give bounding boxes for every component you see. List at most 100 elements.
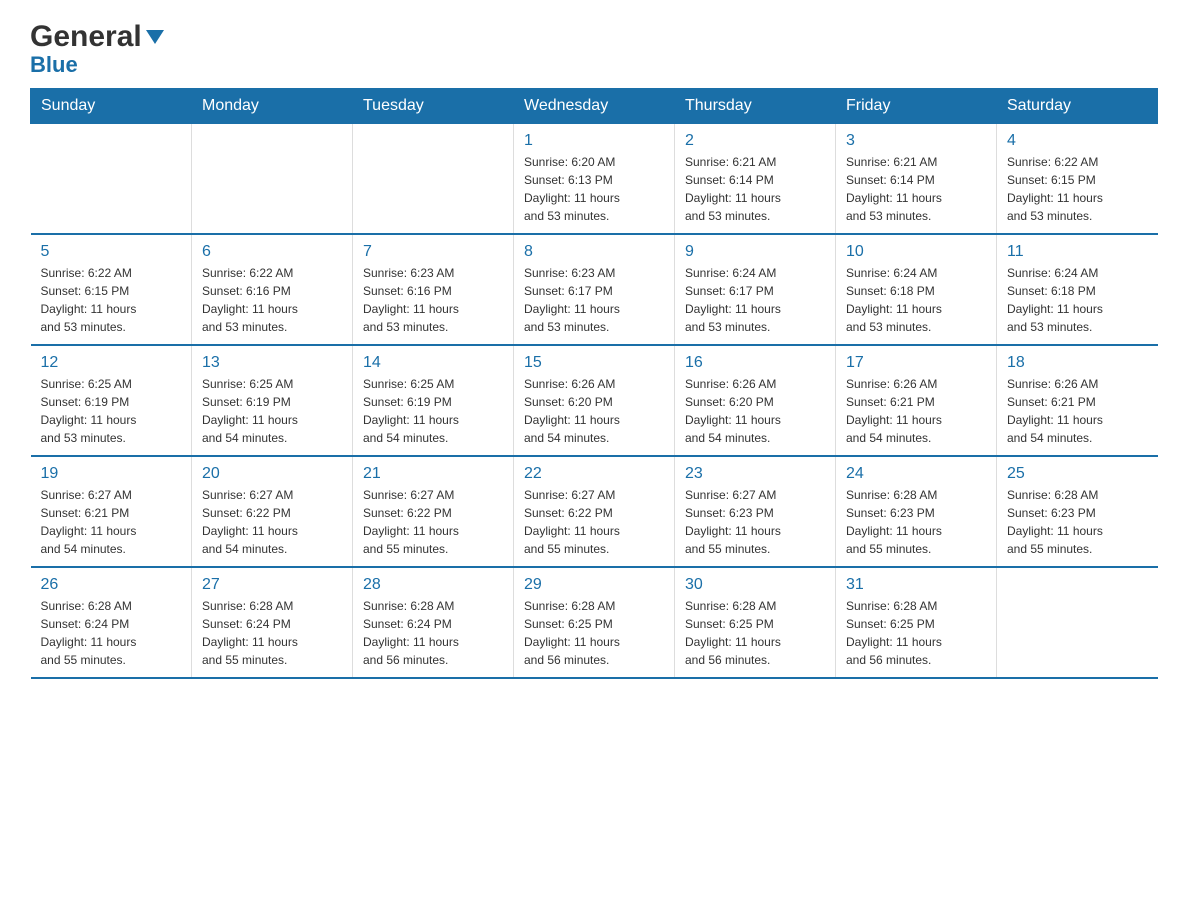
day-info: Sunrise: 6:27 AM Sunset: 6:22 PM Dayligh…: [363, 486, 503, 558]
day-number: 30: [685, 576, 825, 594]
calendar-header-row: SundayMondayTuesdayWednesdayThursdayFrid…: [31, 89, 1158, 124]
day-info: Sunrise: 6:22 AM Sunset: 6:15 PM Dayligh…: [1007, 153, 1148, 225]
calendar-cell: [997, 567, 1158, 678]
day-number: 12: [41, 354, 182, 372]
day-number: 27: [202, 576, 342, 594]
day-number: 19: [41, 465, 182, 483]
day-number: 20: [202, 465, 342, 483]
day-info: Sunrise: 6:28 AM Sunset: 6:25 PM Dayligh…: [846, 597, 986, 669]
day-number: 11: [1007, 243, 1148, 261]
day-number: 29: [524, 576, 664, 594]
calendar-cell: 13 Sunrise: 6:25 AM Sunset: 6:19 PM Dayli…: [192, 345, 353, 456]
day-info: Sunrise: 6:24 AM Sunset: 6:18 PM Dayligh…: [1007, 264, 1148, 336]
calendar-cell: 19 Sunrise: 6:27 AM Sunset: 6:21 PM Dayli…: [31, 456, 192, 567]
calendar-cell: 23 Sunrise: 6:27 AM Sunset: 6:23 PM Dayli…: [675, 456, 836, 567]
day-info: Sunrise: 6:28 AM Sunset: 6:25 PM Dayligh…: [685, 597, 825, 669]
day-header-monday: Monday: [192, 89, 353, 124]
calendar-cell: 31 Sunrise: 6:28 AM Sunset: 6:25 PM Dayli…: [836, 567, 997, 678]
day-info: Sunrise: 6:27 AM Sunset: 6:23 PM Dayligh…: [685, 486, 825, 558]
calendar-cell: [31, 124, 192, 235]
day-number: 28: [363, 576, 503, 594]
day-info: Sunrise: 6:26 AM Sunset: 6:21 PM Dayligh…: [1007, 375, 1148, 447]
calendar-cell: 10Sunrise: 6:24 AM Sunset: 6:18 PM Dayli…: [836, 234, 997, 345]
logo-general-text: General: [30, 20, 142, 54]
calendar-cell: 22 Sunrise: 6:27 AM Sunset: 6:22 PM Dayli…: [514, 456, 675, 567]
day-number: 3: [846, 132, 986, 150]
day-info: Sunrise: 6:26 AM Sunset: 6:21 PM Dayligh…: [846, 375, 986, 447]
calendar-cell: 7Sunrise: 6:23 AM Sunset: 6:16 PM Daylig…: [353, 234, 514, 345]
day-number: 6: [202, 243, 342, 261]
calendar-cell: 2 Sunrise: 6:21 AM Sunset: 6:14 PM Daylig…: [675, 124, 836, 235]
day-number: 9: [685, 243, 825, 261]
day-info: Sunrise: 6:28 AM Sunset: 6:23 PM Dayligh…: [1007, 486, 1148, 558]
day-number: 14: [363, 354, 503, 372]
logo: General Blue: [30, 20, 166, 78]
calendar-cell: 30 Sunrise: 6:28 AM Sunset: 6:25 PM Dayli…: [675, 567, 836, 678]
day-info: Sunrise: 6:26 AM Sunset: 6:20 PM Dayligh…: [524, 375, 664, 447]
day-info: Sunrise: 6:25 AM Sunset: 6:19 PM Dayligh…: [41, 375, 182, 447]
calendar-cell: 12 Sunrise: 6:25 AM Sunset: 6:19 PM Dayli…: [31, 345, 192, 456]
day-number: 2: [685, 132, 825, 150]
calendar-week-row: 12 Sunrise: 6:25 AM Sunset: 6:19 PM Dayli…: [31, 345, 1158, 456]
calendar-cell: 26 Sunrise: 6:28 AM Sunset: 6:24 PM Dayli…: [31, 567, 192, 678]
day-info: Sunrise: 6:21 AM Sunset: 6:14 PM Dayligh…: [685, 153, 825, 225]
day-info: Sunrise: 6:28 AM Sunset: 6:24 PM Dayligh…: [41, 597, 182, 669]
day-header-sunday: Sunday: [31, 89, 192, 124]
day-info: Sunrise: 6:24 AM Sunset: 6:18 PM Dayligh…: [846, 264, 986, 336]
day-info: Sunrise: 6:28 AM Sunset: 6:25 PM Dayligh…: [524, 597, 664, 669]
day-number: 1: [524, 132, 664, 150]
day-number: 23: [685, 465, 825, 483]
day-number: 17: [846, 354, 986, 372]
day-number: 13: [202, 354, 342, 372]
day-number: 7: [363, 243, 503, 261]
day-header-wednesday: Wednesday: [514, 89, 675, 124]
calendar-cell: [353, 124, 514, 235]
calendar-cell: 18 Sunrise: 6:26 AM Sunset: 6:21 PM Dayli…: [997, 345, 1158, 456]
calendar-week-row: 26 Sunrise: 6:28 AM Sunset: 6:24 PM Dayli…: [31, 567, 1158, 678]
calendar-cell: [192, 124, 353, 235]
calendar-cell: 29 Sunrise: 6:28 AM Sunset: 6:25 PM Dayli…: [514, 567, 675, 678]
day-number: 22: [524, 465, 664, 483]
calendar-cell: 3 Sunrise: 6:21 AM Sunset: 6:14 PM Daylig…: [836, 124, 997, 235]
day-info: Sunrise: 6:27 AM Sunset: 6:21 PM Dayligh…: [41, 486, 182, 558]
day-number: 18: [1007, 354, 1148, 372]
logo-blue-text: Blue: [30, 52, 78, 78]
page-header: General Blue: [30, 20, 1158, 78]
calendar-cell: 4 Sunrise: 6:22 AM Sunset: 6:15 PM Daylig…: [997, 124, 1158, 235]
day-number: 8: [524, 243, 664, 261]
day-info: Sunrise: 6:27 AM Sunset: 6:22 PM Dayligh…: [524, 486, 664, 558]
calendar-week-row: 19 Sunrise: 6:27 AM Sunset: 6:21 PM Dayli…: [31, 456, 1158, 567]
logo-triangle-icon: [144, 26, 166, 48]
day-number: 16: [685, 354, 825, 372]
day-number: 26: [41, 576, 182, 594]
day-info: Sunrise: 6:28 AM Sunset: 6:24 PM Dayligh…: [202, 597, 342, 669]
calendar-cell: 14 Sunrise: 6:25 AM Sunset: 6:19 PM Dayli…: [353, 345, 514, 456]
day-info: Sunrise: 6:28 AM Sunset: 6:23 PM Dayligh…: [846, 486, 986, 558]
calendar-cell: 11 Sunrise: 6:24 AM Sunset: 6:18 PM Dayli…: [997, 234, 1158, 345]
day-info: Sunrise: 6:21 AM Sunset: 6:14 PM Dayligh…: [846, 153, 986, 225]
day-info: Sunrise: 6:23 AM Sunset: 6:17 PM Dayligh…: [524, 264, 664, 336]
day-info: Sunrise: 6:22 AM Sunset: 6:15 PM Dayligh…: [41, 264, 182, 336]
day-info: Sunrise: 6:25 AM Sunset: 6:19 PM Dayligh…: [363, 375, 503, 447]
day-number: 15: [524, 354, 664, 372]
calendar-cell: 27 Sunrise: 6:28 AM Sunset: 6:24 PM Dayli…: [192, 567, 353, 678]
calendar-cell: 16Sunrise: 6:26 AM Sunset: 6:20 PM Dayli…: [675, 345, 836, 456]
calendar-week-row: 1 Sunrise: 6:20 AM Sunset: 6:13 PM Daylig…: [31, 124, 1158, 235]
calendar-cell: 8 Sunrise: 6:23 AM Sunset: 6:17 PM Daylig…: [514, 234, 675, 345]
day-info: Sunrise: 6:22 AM Sunset: 6:16 PM Dayligh…: [202, 264, 342, 336]
day-number: 4: [1007, 132, 1148, 150]
day-header-thursday: Thursday: [675, 89, 836, 124]
day-number: 25: [1007, 465, 1148, 483]
day-number: 31: [846, 576, 986, 594]
day-info: Sunrise: 6:25 AM Sunset: 6:19 PM Dayligh…: [202, 375, 342, 447]
day-number: 21: [363, 465, 503, 483]
calendar-table: SundayMondayTuesdayWednesdayThursdayFrid…: [30, 88, 1158, 679]
day-header-tuesday: Tuesday: [353, 89, 514, 124]
day-info: Sunrise: 6:27 AM Sunset: 6:22 PM Dayligh…: [202, 486, 342, 558]
day-info: Sunrise: 6:20 AM Sunset: 6:13 PM Dayligh…: [524, 153, 664, 225]
calendar-cell: 15 Sunrise: 6:26 AM Sunset: 6:20 PM Dayli…: [514, 345, 675, 456]
calendar-cell: 6 Sunrise: 6:22 AM Sunset: 6:16 PM Daylig…: [192, 234, 353, 345]
calendar-cell: 1 Sunrise: 6:20 AM Sunset: 6:13 PM Daylig…: [514, 124, 675, 235]
day-header-saturday: Saturday: [997, 89, 1158, 124]
calendar-cell: 21 Sunrise: 6:27 AM Sunset: 6:22 PM Dayli…: [353, 456, 514, 567]
